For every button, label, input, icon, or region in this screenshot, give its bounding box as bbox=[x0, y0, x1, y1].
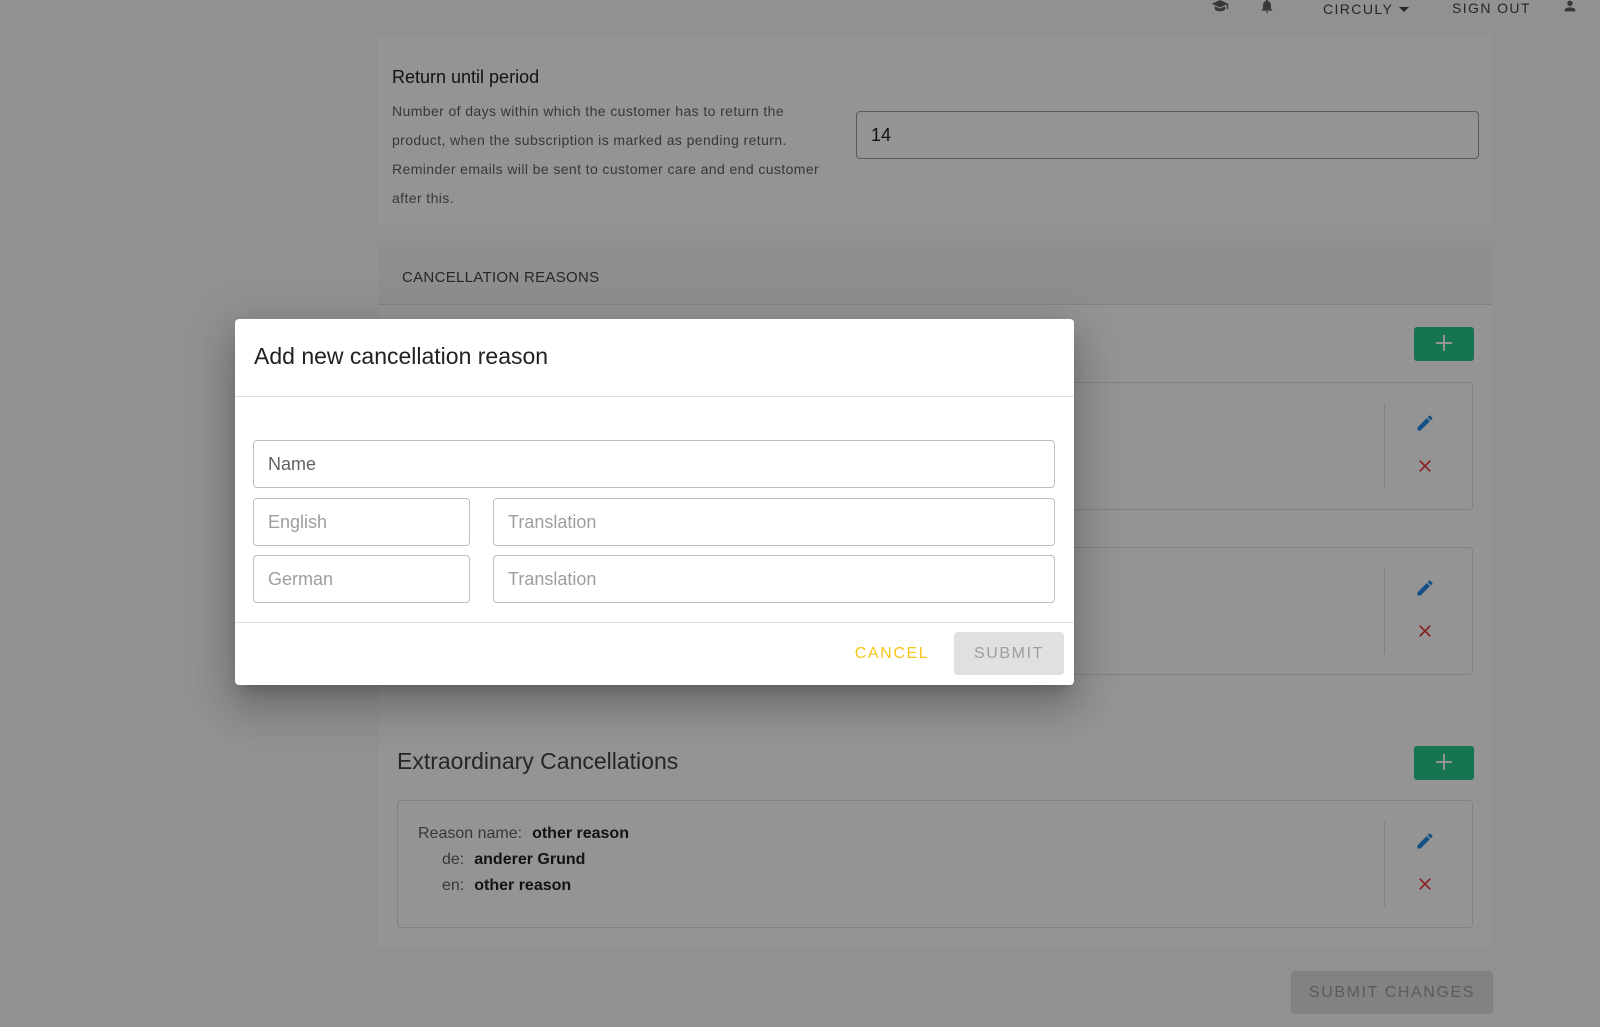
language-input-english[interactable] bbox=[253, 498, 470, 546]
dialog-title: Add new cancellation reason bbox=[254, 343, 549, 369]
add-cancellation-reason-dialog: Add new cancellation reason CANCEL SUBMI… bbox=[235, 319, 1074, 685]
translation-input-german[interactable] bbox=[493, 555, 1055, 603]
name-input[interactable] bbox=[253, 440, 1055, 488]
translation-input-english[interactable] bbox=[493, 498, 1055, 546]
submit-button[interactable]: SUBMIT bbox=[954, 632, 1064, 675]
divider bbox=[235, 396, 1074, 397]
cancel-button[interactable]: CANCEL bbox=[837, 632, 947, 675]
language-input-german[interactable] bbox=[253, 555, 470, 603]
divider bbox=[235, 622, 1074, 623]
